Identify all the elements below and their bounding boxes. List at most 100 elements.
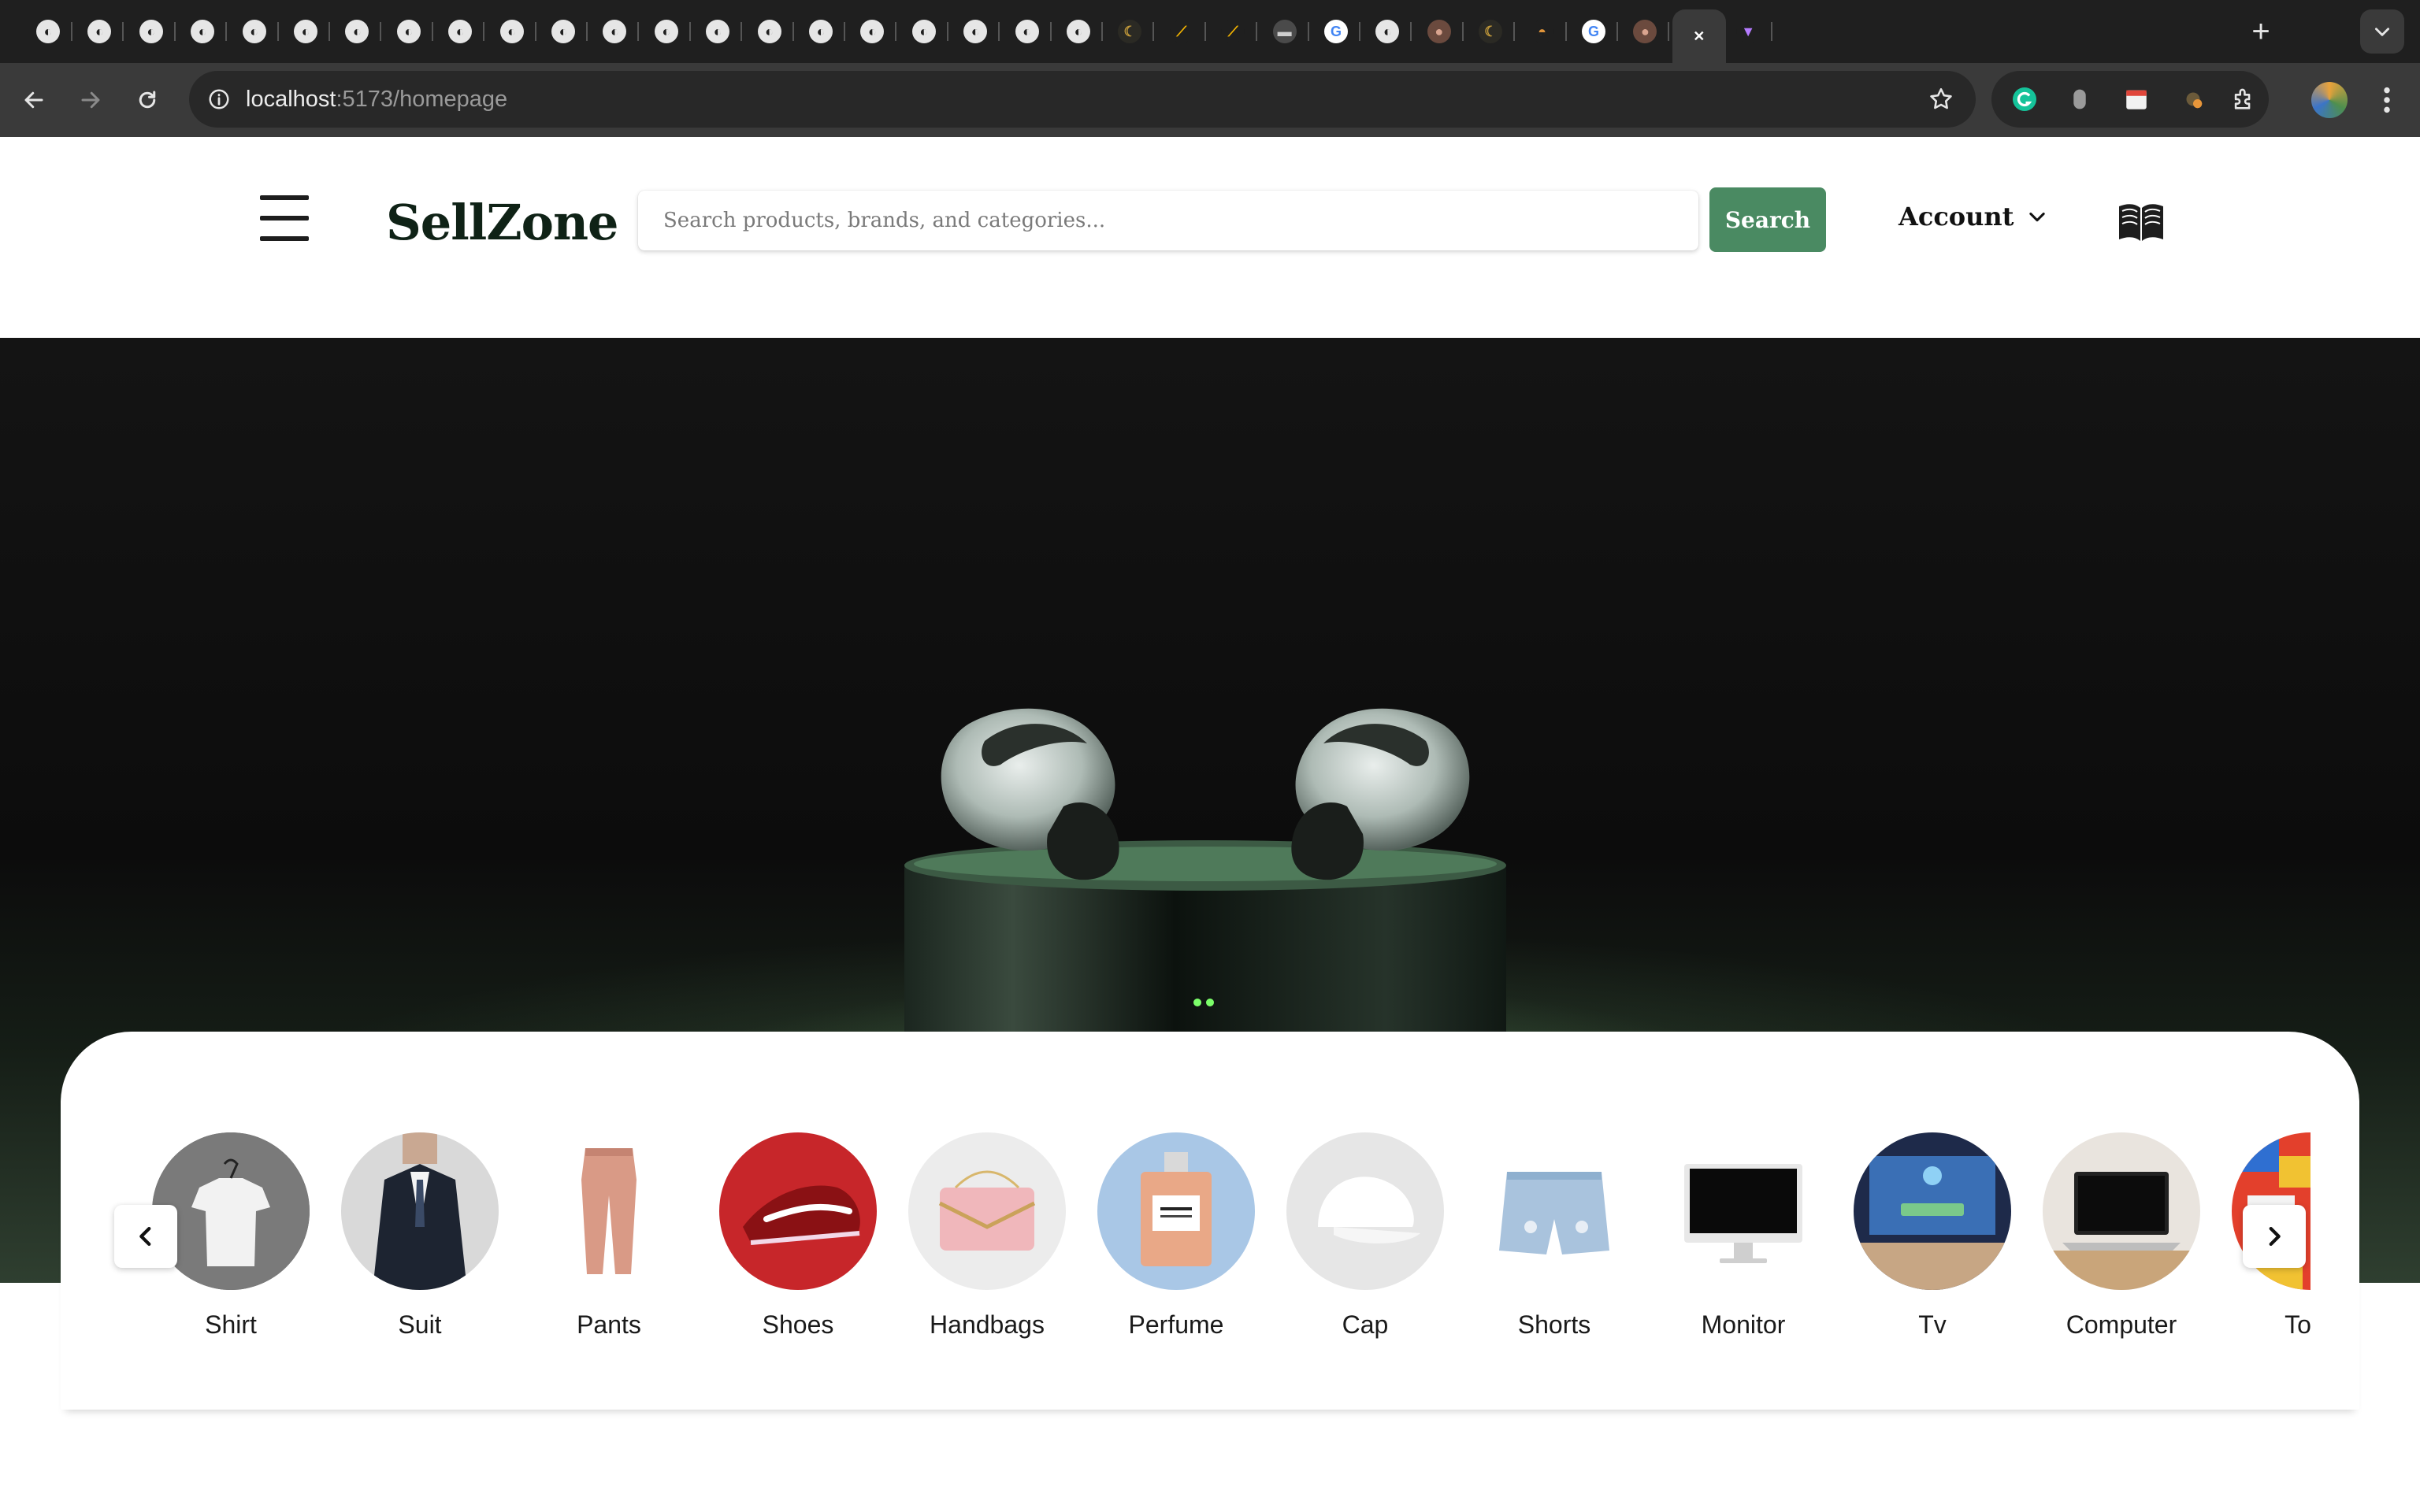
reload-button[interactable] xyxy=(126,79,169,121)
browser-tab[interactable]: ◐ xyxy=(900,9,948,54)
category-item[interactable]: Suit xyxy=(325,1132,514,1369)
forward-button[interactable] xyxy=(69,79,112,121)
close-icon[interactable]: ✕ xyxy=(1687,24,1711,48)
category-item[interactable]: Shoes xyxy=(703,1132,893,1369)
browser-tab[interactable]: ◐ xyxy=(332,9,382,54)
address-bar[interactable]: localhost:5173/homepage xyxy=(189,71,1976,128)
tab-separator xyxy=(1204,22,1206,41)
browser-tab[interactable]: ◐ xyxy=(1363,9,1412,54)
browser-tab[interactable]: ◐ xyxy=(796,9,845,54)
category-item[interactable]: Perfume xyxy=(1082,1132,1271,1369)
hamburger-menu-icon[interactable] xyxy=(260,195,310,243)
browser-tab[interactable]: ● xyxy=(1415,9,1464,54)
browser-tab[interactable]: ◐ xyxy=(642,9,691,54)
category-item[interactable]: Monitor xyxy=(1649,1132,1838,1369)
tab-separator xyxy=(998,22,1000,41)
browser-tab[interactable]: ◐ xyxy=(539,9,588,54)
tab-separator xyxy=(173,22,176,41)
vite-icon: ▼ xyxy=(1736,20,1761,43)
browser-tab[interactable]: ● xyxy=(1620,9,1670,54)
category-label: Shoes xyxy=(762,1310,834,1339)
tab-search-button[interactable] xyxy=(2360,9,2404,54)
browser-tab[interactable]: ◐ xyxy=(75,9,124,54)
tab-separator xyxy=(1668,22,1670,41)
category-item[interactable]: Pants xyxy=(514,1132,703,1369)
browser-tab[interactable]: ◐ xyxy=(127,9,176,54)
bookmark-star-icon[interactable] xyxy=(1925,83,1957,115)
moon-app-icon: ☾ xyxy=(1118,20,1142,43)
browser-tab[interactable]: ⟋ xyxy=(1208,9,1258,54)
back-button[interactable] xyxy=(13,79,55,121)
category-item[interactable]: Handbags xyxy=(893,1132,1082,1369)
category-thumbnail xyxy=(1854,1132,2011,1290)
tab-separator xyxy=(380,22,382,41)
search-input[interactable] xyxy=(638,191,1698,250)
chevron-down-icon xyxy=(2029,212,2046,222)
browser-tab[interactable]: ◐ xyxy=(745,9,794,54)
browser-tab[interactable]: ◐ xyxy=(230,9,279,54)
browser-tab[interactable]: ⟋ xyxy=(1157,9,1206,54)
browser-tab[interactable]: ▬ xyxy=(1260,9,1309,54)
search-button[interactable]: Search xyxy=(1709,187,1826,252)
app-icon: ▬ xyxy=(1272,20,1297,43)
category-item[interactable]: Shorts xyxy=(1460,1132,1649,1369)
browser-tab[interactable]: ☾ xyxy=(1466,9,1516,54)
browser-tab[interactable]: ◐ xyxy=(848,9,897,54)
puzzle-icon[interactable] xyxy=(2228,83,2259,115)
tab-separator xyxy=(1307,22,1309,41)
calendar-extension-icon[interactable] xyxy=(2121,83,2152,115)
account-label: Account xyxy=(1899,202,2014,232)
globe-icon: ◐ xyxy=(963,20,988,43)
tab-separator xyxy=(1152,22,1155,41)
site-logo[interactable]: SellZone xyxy=(386,194,618,251)
category-thumbnail xyxy=(1475,1132,1633,1290)
bug-extension-icon[interactable] xyxy=(2177,83,2209,115)
category-thumbnail xyxy=(1286,1132,1444,1290)
account-menu[interactable]: Account xyxy=(1899,202,2048,232)
browser-tab[interactable]: ◐ xyxy=(1003,9,1052,54)
tab-separator xyxy=(1616,22,1618,41)
category-item[interactable]: Tv xyxy=(1838,1132,2027,1369)
browser-menu-icon[interactable] xyxy=(2371,82,2403,118)
browser-tab[interactable]: G xyxy=(1312,9,1360,54)
browser-tab[interactable]: ◐ xyxy=(24,9,72,54)
category-label: Handbags xyxy=(930,1310,1045,1339)
category-track: Shirt Suit Pants Shoes Handbags Perfume Cap Sho… xyxy=(136,1132,2311,1369)
browser-tab[interactable]: ◐ xyxy=(693,9,743,54)
site-info-icon[interactable] xyxy=(203,83,235,115)
category-carousel: Shirt Suit Pants Shoes Handbags Perfume Cap Sho… xyxy=(61,1032,2359,1410)
carousel-prev-button[interactable] xyxy=(114,1205,177,1268)
browser-tab[interactable]: ◐ xyxy=(436,9,485,54)
category-item[interactable]: Cap xyxy=(1271,1132,1460,1369)
browser-tab[interactable]: G xyxy=(1569,9,1618,54)
browser-tab[interactable]: ◐ xyxy=(281,9,330,54)
category-item[interactable]: Computer xyxy=(2027,1132,2216,1369)
chevron-down-icon xyxy=(2375,28,2389,36)
open-book-icon[interactable] xyxy=(2116,200,2166,246)
grammarly-icon[interactable] xyxy=(2009,83,2040,115)
browser-tab[interactable]: ◐ xyxy=(590,9,640,54)
browser-tab[interactable]: ◐ xyxy=(1054,9,1103,54)
browser-tab[interactable]: ◐ xyxy=(384,9,433,54)
tab-separator xyxy=(1513,22,1516,41)
url-host: localhost xyxy=(246,87,336,112)
browser-tab[interactable]: ◓ xyxy=(1518,9,1567,54)
tab-separator xyxy=(689,22,691,41)
browser-tab[interactable]: ▼ xyxy=(1724,9,1773,54)
mouse-extension-icon[interactable] xyxy=(2064,83,2095,115)
globe-icon: ◐ xyxy=(499,20,524,43)
new-tab-button[interactable]: + xyxy=(2240,11,2281,52)
browser-tab[interactable]: ◐ xyxy=(488,9,536,54)
browser-tab[interactable]: ◐ xyxy=(178,9,228,54)
carousel-next-button[interactable] xyxy=(2243,1205,2306,1268)
browser-tab[interactable]: ◐ xyxy=(951,9,1000,54)
browser-tab[interactable]: ✕ xyxy=(1672,9,1726,63)
profile-avatar[interactable] xyxy=(2311,82,2348,118)
avatar-icon: ● xyxy=(1633,20,1657,43)
category-thumbnail xyxy=(2043,1132,2200,1290)
arrow-left-icon xyxy=(24,91,43,109)
tab-separator xyxy=(740,22,743,41)
globe-icon: ◐ xyxy=(1067,20,1090,43)
category-label: Computer xyxy=(2066,1310,2177,1339)
browser-tab[interactable]: ☾ xyxy=(1105,9,1155,54)
